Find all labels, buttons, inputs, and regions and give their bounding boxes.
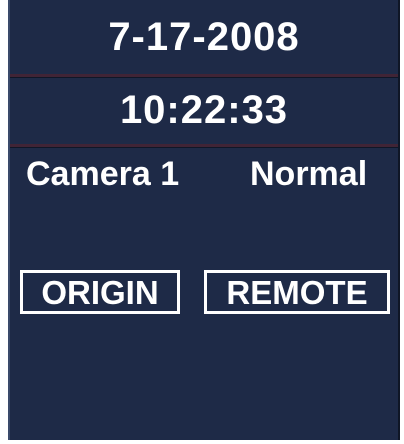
camera-info-row: Camera 1 Normal — [10, 150, 398, 198]
time-display: 10:22:33 — [119, 88, 289, 132]
camera-status: Normal — [250, 154, 368, 193]
remote-button[interactable]: REMOTE — [204, 270, 390, 314]
date-display: 7-17-2008 — [108, 14, 300, 59]
camera-status-panel: 7-17-2008 10:22:33 Camera 1 Normal ORIGI… — [8, 0, 400, 440]
divider — [10, 144, 398, 147]
origin-button[interactable]: ORIGIN — [20, 270, 180, 314]
camera-name: Camera 1 — [26, 154, 180, 193]
